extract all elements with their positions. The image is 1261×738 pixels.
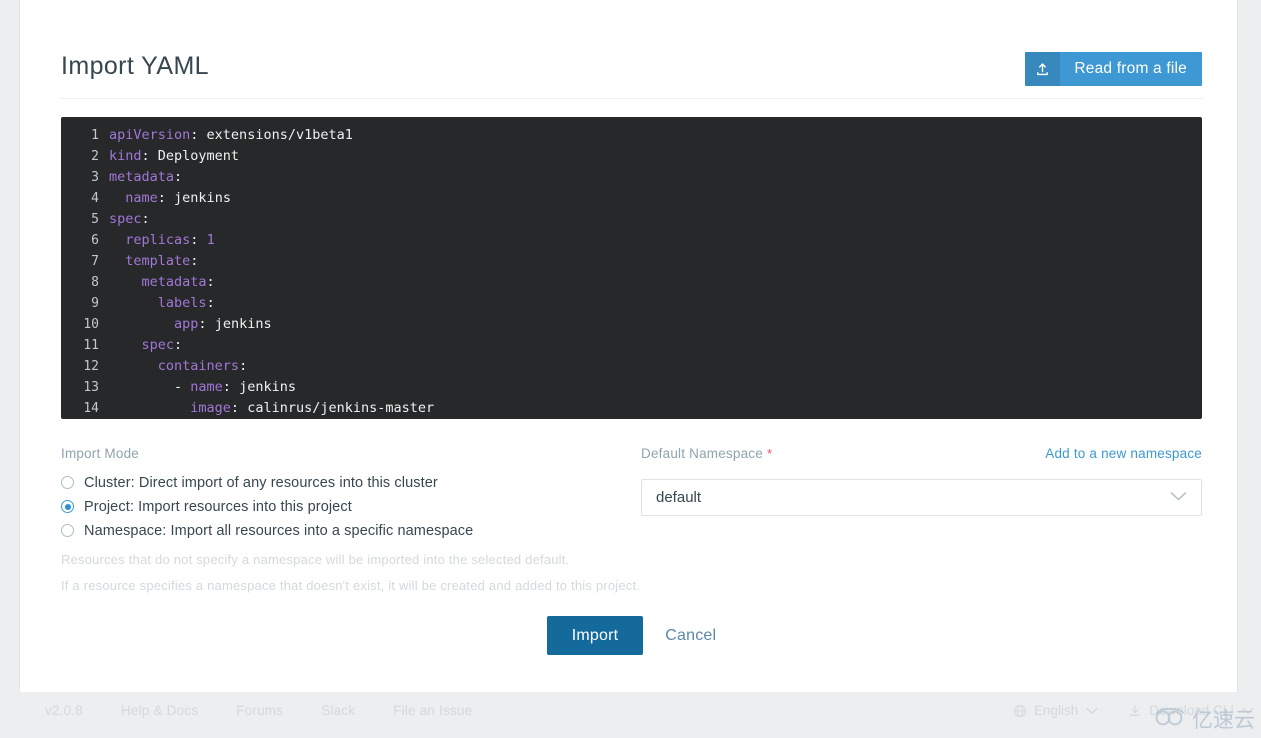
chevron-down-icon — [1086, 707, 1098, 715]
code-line: 9 labels: — [61, 293, 1202, 314]
code-line: 11 spec: — [61, 335, 1202, 356]
import-mode-group: Import Mode Cluster: Direct import of an… — [61, 446, 601, 544]
cloud-logo-icon — [1153, 706, 1187, 733]
radio-button[interactable] — [61, 500, 74, 513]
footer-left-links: v2.0.8 Help & Docs Forums Slack File an … — [45, 703, 472, 718]
import-button[interactable]: Import — [547, 616, 644, 655]
code-line-number: 7 — [61, 251, 109, 272]
default-namespace-selected-value: default — [656, 489, 701, 506]
import-mode-label: Import Mode — [61, 446, 601, 461]
code-line-content: kind: Deployment — [109, 146, 239, 167]
code-line: 7 template: — [61, 251, 1202, 272]
import-mode-option[interactable]: Cluster: Direct import of any resources … — [61, 472, 601, 493]
code-line: 14 image: calinrus/jenkins-master — [61, 398, 1202, 419]
code-line-number: 14 — [61, 398, 109, 419]
code-line: 8 metadata: — [61, 272, 1202, 293]
code-line-number: 5 — [61, 209, 109, 230]
code-line: 2kind: Deployment — [61, 146, 1202, 167]
code-line-number: 1 — [61, 125, 109, 146]
code-line-content: template: — [109, 251, 198, 272]
default-namespace-header: Default Namespace * Add to a new namespac… — [641, 446, 1202, 468]
cancel-button[interactable]: Cancel — [665, 627, 716, 645]
content-inner: Import YAML Read from a file 1apiVersion… — [61, 0, 1202, 446]
footer-link-file-an-issue[interactable]: File an Issue — [393, 703, 472, 718]
form-actions: Import Cancel — [61, 616, 1202, 655]
default-namespace-label-text: Default Namespace — [641, 446, 763, 461]
code-line-content: image: calinrus/jenkins-master — [109, 398, 434, 419]
page-title: Import YAML — [61, 52, 209, 81]
footer-link-slack[interactable]: Slack — [321, 703, 355, 718]
import-mode-option-label: Project: Import resources into this proj… — [84, 499, 352, 515]
language-selector[interactable]: English — [1013, 703, 1098, 718]
code-line-number: 10 — [61, 314, 109, 335]
code-line: 4 name: jenkins — [61, 188, 1202, 209]
code-line: 13 - name: jenkins — [61, 377, 1202, 398]
import-mode-option-label: Cluster: Direct import of any resources … — [84, 475, 438, 491]
default-namespace-label: Default Namespace * — [641, 446, 772, 461]
yaml-code-editor[interactable]: 1apiVersion: extensions/v1beta12kind: De… — [61, 117, 1202, 419]
code-line-content: containers: — [109, 356, 247, 377]
upload-icon — [1025, 52, 1060, 86]
footer-link-forums[interactable]: Forums — [236, 703, 283, 718]
read-from-file-label: Read from a file — [1060, 52, 1202, 86]
code-line-content: app: jenkins — [109, 314, 272, 335]
footer-version: v2.0.8 — [45, 703, 83, 718]
language-label: English — [1034, 703, 1078, 718]
code-line-number: 9 — [61, 293, 109, 314]
code-line-content: replicas: 1 — [109, 230, 215, 251]
code-line-content: apiVersion: extensions/v1beta1 — [109, 125, 353, 146]
download-icon — [1128, 704, 1142, 718]
code-line: 10 app: jenkins — [61, 314, 1202, 335]
code-line-number: 11 — [61, 335, 109, 356]
code-line: 5spec: — [61, 209, 1202, 230]
code-line-content: spec: — [109, 209, 150, 230]
read-from-file-button[interactable]: Read from a file — [1025, 52, 1202, 86]
page-footer: v2.0.8 Help & Docs Forums Slack File an … — [0, 692, 1261, 738]
add-new-namespace-link[interactable]: Add to a new namespace — [1045, 446, 1202, 461]
import-mode-option[interactable]: Namespace: Import all resources into a s… — [61, 520, 601, 541]
chevron-down-icon — [1170, 489, 1187, 507]
watermark: 亿速云 — [1153, 704, 1255, 734]
code-line-content: labels: — [109, 293, 215, 314]
code-line: 12 containers: — [61, 356, 1202, 377]
code-line-number: 12 — [61, 356, 109, 377]
helper-text-1: Resources that do not specify a namespac… — [61, 552, 569, 567]
import-mode-radio-list: Cluster: Direct import of any resources … — [61, 472, 601, 541]
default-namespace-group: Default Namespace * Add to a new namespac… — [641, 446, 1202, 516]
code-line: 6 replicas: 1 — [61, 230, 1202, 251]
code-line-content: name: jenkins — [109, 188, 231, 209]
required-asterisk: * — [767, 446, 772, 461]
footer-link-help-docs[interactable]: Help & Docs — [121, 703, 198, 718]
import-mode-option[interactable]: Project: Import resources into this proj… — [61, 496, 601, 517]
globe-icon — [1013, 704, 1027, 718]
code-line-number: 2 — [61, 146, 109, 167]
code-line-content: metadata: — [109, 167, 182, 188]
page-header: Import YAML Read from a file — [61, 0, 1202, 99]
code-line: 1apiVersion: extensions/v1beta1 — [61, 125, 1202, 146]
import-mode-option-label: Namespace: Import all resources into a s… — [84, 523, 473, 539]
radio-button[interactable] — [61, 524, 74, 537]
default-namespace-select[interactable]: default — [641, 479, 1202, 516]
code-line-content: metadata: — [109, 272, 215, 293]
code-line-content: spec: — [109, 335, 182, 356]
code-line-number: 8 — [61, 272, 109, 293]
code-line-number: 6 — [61, 230, 109, 251]
content-panel: Import YAML Read from a file 1apiVersion… — [19, 0, 1238, 692]
app-root: Import YAML Read from a file 1apiVersion… — [0, 0, 1261, 738]
code-line-number: 13 — [61, 377, 109, 398]
watermark-text: 亿速云 — [1192, 704, 1255, 734]
code-line-number: 3 — [61, 167, 109, 188]
code-line-content: - name: jenkins — [109, 377, 296, 398]
code-line-number: 4 — [61, 188, 109, 209]
helper-text-2: If a resource specifies a namespace that… — [61, 578, 640, 593]
code-line: 3metadata: — [61, 167, 1202, 188]
footer-inner: v2.0.8 Help & Docs Forums Slack File an … — [40, 692, 1259, 738]
radio-button[interactable] — [61, 476, 74, 489]
